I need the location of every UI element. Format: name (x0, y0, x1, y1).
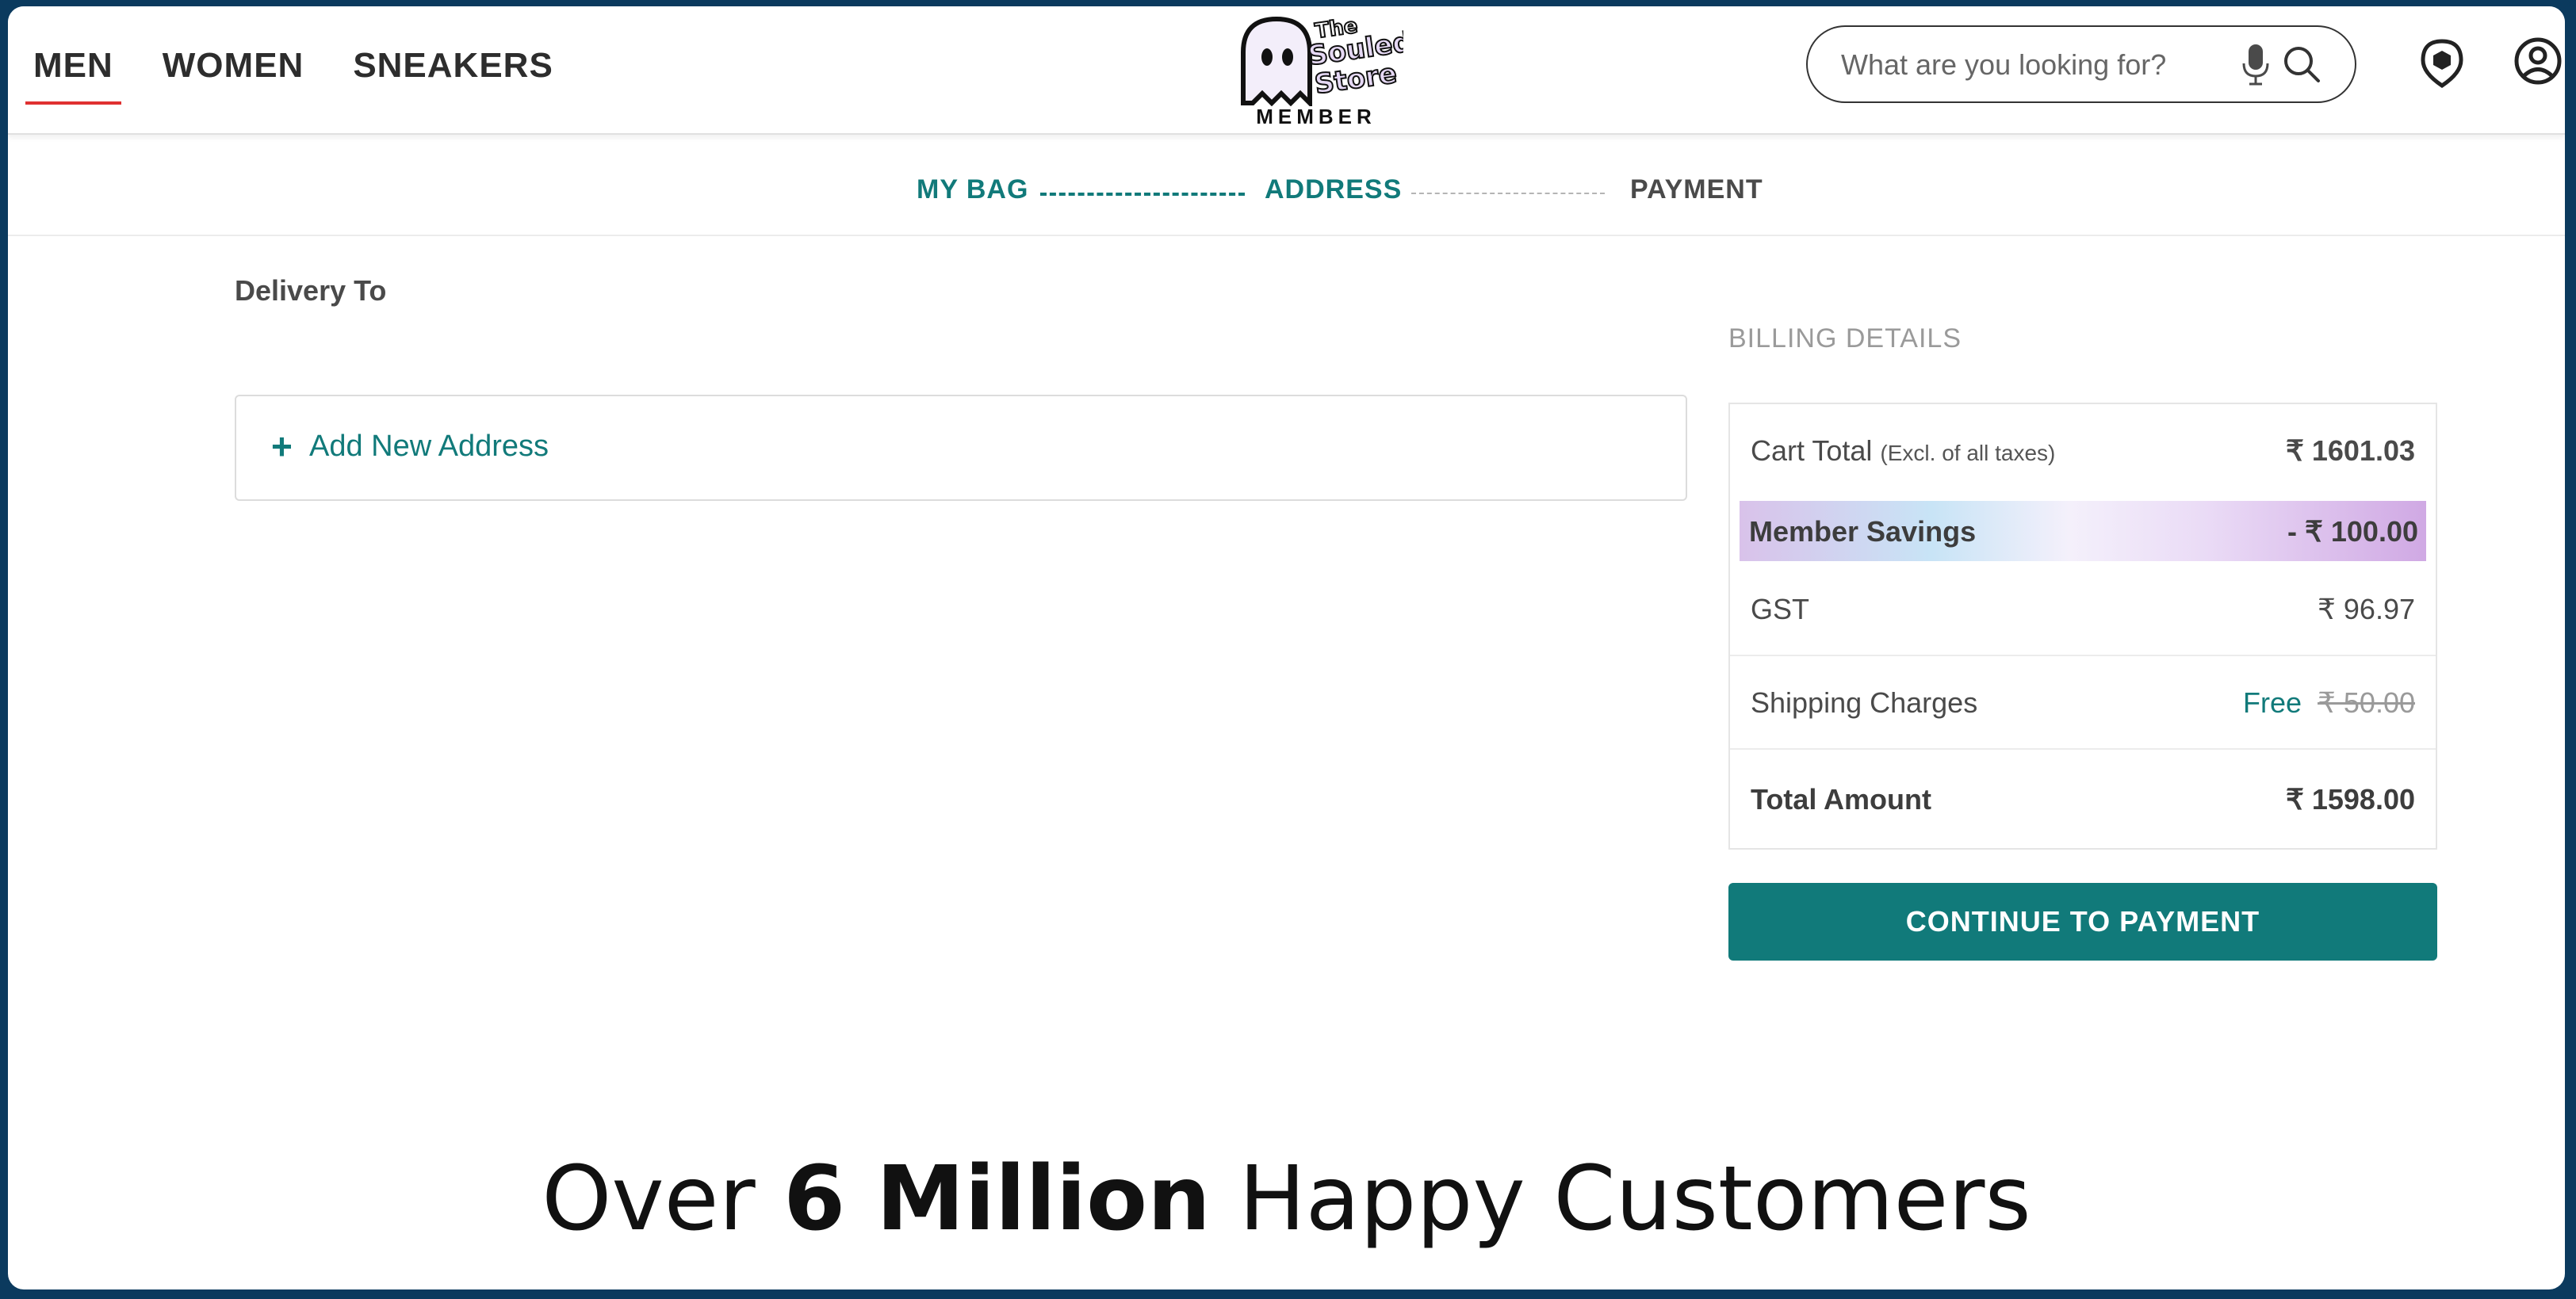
member-badge-icon[interactable] (2418, 38, 2466, 93)
gst-label: GST (1751, 593, 1810, 625)
step-address: ADDRESS (1265, 174, 1403, 204)
cart-total-text: Cart Total (1751, 434, 1873, 467)
page-frame: MEN WOMEN SNEAKERS The Souled Store MEMB… (8, 6, 2565, 1289)
microphone-icon[interactable] (2240, 43, 2272, 91)
continue-to-payment-button[interactable]: CONTINUE TO PAYMENT (1728, 883, 2437, 961)
gst-value: ₹ 96.97 (2318, 593, 2415, 625)
member-savings-label: Member Savings (1749, 515, 1977, 548)
add-new-address-label: Add New Address (309, 430, 549, 463)
cart-total-label: Cart Total (Excl. of all taxes) (1751, 434, 2055, 468)
shipping-row: Shipping Charges Free ₹ 50.00 (1730, 656, 2436, 750)
site-header: MEN WOMEN SNEAKERS The Souled Store MEMB… (8, 6, 2565, 135)
search-bar[interactable] (1806, 25, 2356, 103)
nav-item-men[interactable]: MEN (17, 6, 129, 133)
customers-tagline: Over 6 Million Happy Customers (8, 1148, 2565, 1251)
total-amount-row: Total Amount ₹ 1598.00 (1730, 750, 2436, 848)
nav-item-women[interactable]: WOMEN (147, 6, 320, 133)
souled-store-logo[interactable]: The Souled Store MEMBER (1229, 11, 1414, 130)
total-amount-label: Total Amount (1751, 783, 1931, 816)
tagline-suffix: Happy Customers (1238, 1148, 2031, 1251)
shipping-label: Shipping Charges (1751, 686, 1978, 719)
main-nav: MEN WOMEN SNEAKERS (17, 6, 569, 133)
plus-icon: + (271, 426, 293, 467)
cart-total-value: ₹ 1601.03 (2285, 434, 2415, 467)
shipping-value: Free ₹ 50.00 (2243, 686, 2415, 720)
cart-total-note: (Excl. of all taxes) (1880, 441, 2056, 465)
search-input[interactable] (1839, 44, 2215, 86)
delivery-to-heading: Delivery To (235, 274, 387, 307)
billing-details-heading: BILLING DETAILS (1728, 323, 1962, 353)
add-new-address-button[interactable]: + Add New Address (235, 395, 1687, 501)
user-account-icon[interactable] (2513, 36, 2563, 90)
stepper-connector-2 (1411, 193, 1605, 194)
step-payment: PAYMENT (1630, 174, 1763, 204)
billing-summary: Cart Total (Excl. of all taxes) ₹ 1601.0… (1728, 403, 2437, 850)
total-amount-value: ₹ 1598.00 (2285, 783, 2415, 816)
checkout-stepper: MY BAG ADDRESS PAYMENT (8, 135, 2565, 236)
gst-row: GST ₹ 96.97 (1730, 563, 2436, 656)
step-my-bag[interactable]: MY BAG (917, 174, 1028, 205)
cart-total-row: Cart Total (Excl. of all taxes) ₹ 1601.0… (1730, 404, 2436, 498)
search-icon[interactable] (2282, 44, 2321, 88)
tagline-prefix: Over (542, 1148, 756, 1251)
stepper-connector-1 (1040, 193, 1245, 196)
member-savings-row: Member Savings - ₹ 100.00 (1740, 501, 2426, 561)
nav-item-sneakers[interactable]: SNEAKERS (337, 6, 569, 133)
shipping-free-text: Free (2242, 686, 2302, 719)
logo-member-label: MEMBER (1256, 105, 1376, 128)
ghost-logo-icon: The Souled Store (1241, 13, 1414, 109)
shipping-original-price: ₹ 50.00 (2318, 686, 2415, 719)
tagline-highlight: 6 Million (783, 1148, 1211, 1251)
member-savings-value: - ₹ 100.00 (2287, 515, 2418, 548)
